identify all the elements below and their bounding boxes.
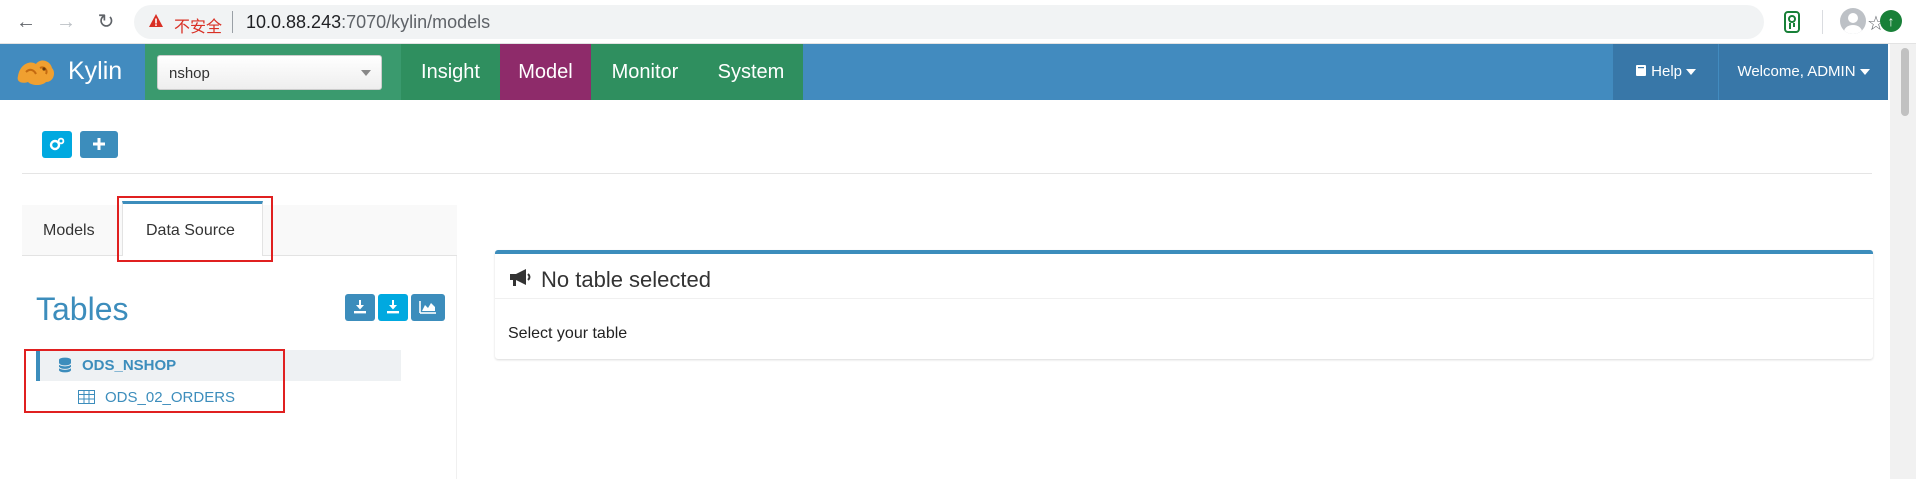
table-detail-header: No table selected — [495, 254, 1873, 299]
area-chart-icon — [419, 301, 436, 314]
omnibox-separator — [232, 11, 233, 33]
tab-system[interactable]: System — [699, 44, 803, 100]
scrollbar-thumb[interactable] — [1901, 48, 1909, 116]
tab-models[interactable]: Models — [43, 222, 95, 240]
table-detail-box: No table selected Select your table — [495, 250, 1873, 359]
extension-icon[interactable] — [1782, 10, 1802, 34]
forward-icon[interactable]: → — [52, 8, 80, 36]
project-select-value: nshop — [169, 65, 210, 82]
back-icon[interactable]: ← — [12, 8, 40, 36]
book-icon — [1635, 65, 1646, 76]
load-table-button[interactable] — [345, 294, 375, 321]
project-selector-area: nshop — [145, 44, 401, 100]
highlight-box-tables — [24, 349, 285, 413]
help-label: Help — [1651, 63, 1683, 80]
help-menu-button[interactable]: Help — [1613, 44, 1718, 100]
add-model-button[interactable] — [80, 131, 118, 158]
warning-icon — [149, 14, 163, 27]
load-hive-table-button[interactable] — [378, 294, 408, 321]
profile-avatar-icon[interactable] — [1840, 8, 1866, 34]
content-divider — [22, 173, 1872, 174]
user-menu-button[interactable]: Welcome, ADMIN — [1719, 44, 1888, 100]
app-navbar: Kylin nshop Insight Model Monitor System… — [0, 44, 1888, 100]
update-icon[interactable]: ↑ — [1880, 10, 1902, 32]
table-detail-message: Select your table — [508, 325, 628, 342]
plus-icon — [93, 138, 105, 150]
address-bar[interactable]: 不安全 10.0.88.243:7070/kylin/models ☆ — [134, 5, 1885, 39]
reload-icon[interactable]: ↻ — [92, 8, 120, 36]
caret-down-icon — [1686, 69, 1697, 76]
chevron-down-icon — [361, 70, 371, 76]
table-detail-title: No table selected — [541, 267, 711, 292]
tab-model[interactable]: Model — [500, 44, 591, 100]
brand-name[interactable]: Kylin — [68, 57, 122, 86]
caret-down-icon — [1859, 69, 1870, 76]
model-settings-button[interactable] — [42, 131, 72, 158]
bullhorn-icon — [510, 269, 531, 286]
url-text[interactable]: 10.0.88.243:7070/kylin/models — [246, 12, 490, 33]
data-sampling-button[interactable] — [411, 294, 445, 321]
highlight-box-data-source — [117, 196, 273, 262]
kylin-logo-icon — [17, 60, 54, 85]
tables-title: Tables — [36, 291, 129, 327]
tab-monitor[interactable]: Monitor — [591, 44, 699, 100]
cogs-icon — [49, 137, 65, 151]
tab-insight[interactable]: Insight — [401, 44, 500, 100]
toolbar-divider — [1822, 10, 1823, 34]
insecure-label: 不安全 — [174, 17, 223, 36]
browser-toolbar: ← → ↻ 不安全 10.0.88.243:7070/kylin/models … — [0, 0, 1916, 44]
download-icon — [354, 300, 366, 314]
download-icon — [387, 300, 399, 314]
project-select[interactable]: nshop — [157, 55, 382, 90]
welcome-label: Welcome, ADMIN — [1737, 63, 1856, 80]
